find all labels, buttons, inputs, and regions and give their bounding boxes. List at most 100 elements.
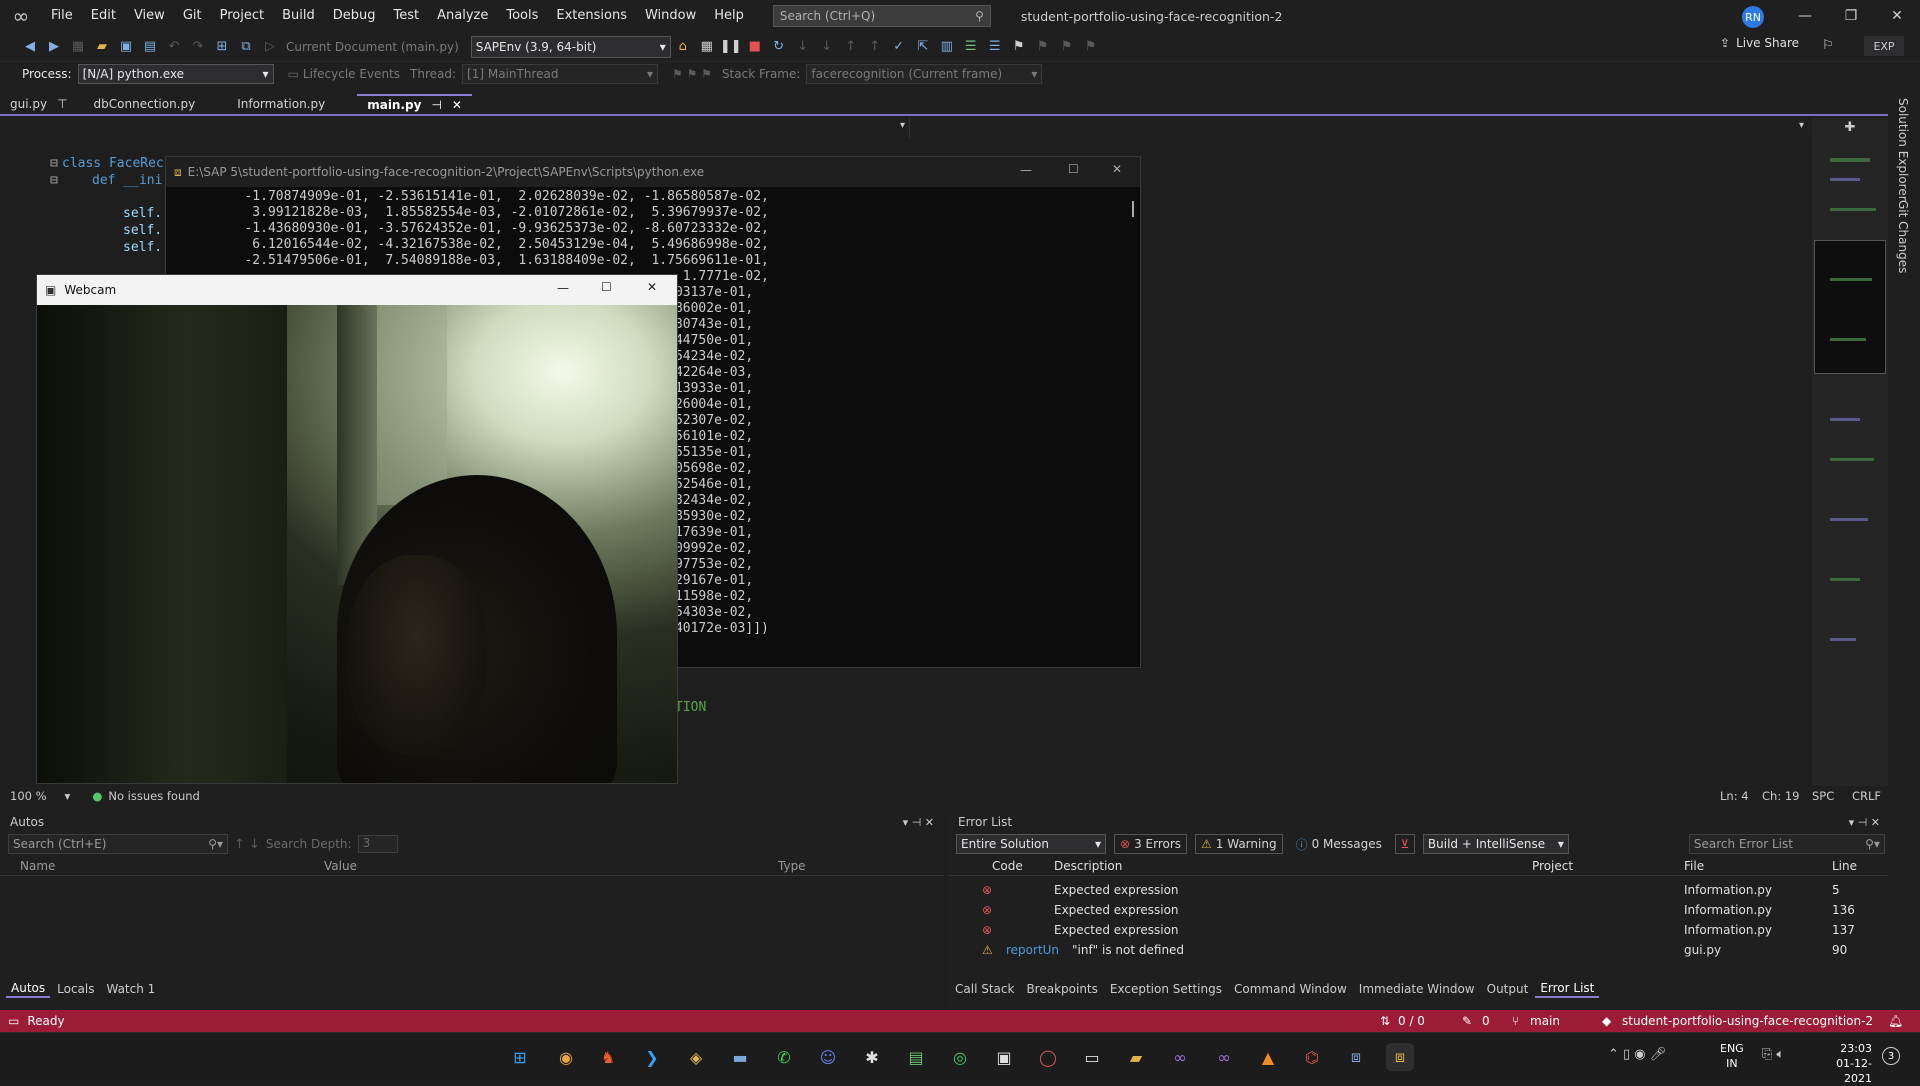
forward-icon[interactable]: ▶ [43,36,65,58]
avatar[interactable]: RN [1742,6,1764,28]
tab-error-list[interactable]: Error List [1535,980,1600,998]
console-scrollbar[interactable] [1132,201,1134,217]
stop-icon[interactable]: ■ [744,36,766,58]
tab-dbconnection-py[interactable]: dbConnection.py [84,94,206,114]
console-title-bar[interactable]: ⧈ E:\SAP 5\student-portfolio-using-face-… [166,157,1140,187]
maximize-icon[interactable]: ☐ [1068,162,1079,176]
visual-studio-logo-icon[interactable]: ∞ [0,0,42,32]
tab-exception-settings[interactable]: Exception Settings [1105,980,1227,998]
repo-name[interactable]: student-portfolio-using-face-recognition… [1622,1014,1873,1028]
python-icon[interactable]: ⧈ [1342,1043,1370,1071]
error-search-input[interactable]: Search Error List ⚲▾ [1688,834,1885,854]
network-volume-icon[interactable]: ⎘ 🔈︎ [1762,1047,1784,1062]
table-row[interactable]: ⊗ Expected expression Information.py 136 [948,900,1888,920]
table-row[interactable]: ⊗ Expected expression Information.py 5 [948,880,1888,900]
close-icon[interactable]: ✕ [1112,162,1122,176]
repo-icon[interactable]: ◆ [1602,1014,1611,1028]
save-all-icon[interactable]: ▤ [139,36,161,58]
window-icon[interactable]: ⧉ [235,36,257,58]
git-changes-tab[interactable]: Git Changes [1896,200,1910,273]
close-tab-icon[interactable]: ✕ [452,98,462,112]
menu-help[interactable]: Help [705,0,753,32]
process-select[interactable]: [N/A] python.exe ▾ [77,64,274,84]
python-active-icon[interactable]: ⧈ [1386,1043,1414,1071]
col-type[interactable]: Type [778,859,806,873]
messages-filter-button[interactable]: ⓘ 0 Messages [1291,834,1387,854]
close-icon[interactable]: ✕ [1874,0,1920,32]
notification-bell-icon[interactable]: 🔔︎ [1888,1014,1903,1028]
whatsapp-icon[interactable]: ✆ [770,1043,798,1071]
warning-code-link[interactable]: reportUn [1006,943,1059,957]
bookmark-clear-icon[interactable]: ⚑ [1080,36,1102,58]
notification-badge[interactable]: 3 [1882,1047,1900,1065]
tab-immediate-window[interactable]: Immediate Window [1354,980,1480,998]
minimap[interactable]: ✚ [1812,118,1888,786]
current-document[interactable]: Current Document (main.py) [286,40,459,54]
pin-icon[interactable]: ⊤ [57,97,67,111]
step-over-icon[interactable]: ↓ [792,36,814,58]
scope-select[interactable]: Entire Solution ▾ [956,834,1106,854]
notepad-icon[interactable]: ▤ [902,1043,930,1071]
branch-icon[interactable]: ⑂ [1512,1014,1519,1028]
line-ending[interactable]: CRLF [1852,789,1881,803]
zoom-level[interactable]: 100 % [10,789,47,803]
lifecycle-events[interactable]: Lifecycle Events [303,67,400,81]
discord-icon[interactable]: ☺ [814,1043,842,1071]
minimize-icon[interactable]: — [1020,163,1032,177]
vlc-icon[interactable]: ▲ [1254,1043,1282,1071]
build-select[interactable]: Build + IntelliSense ▾ [1422,834,1569,854]
terminal-icon[interactable]: ▭ [1078,1043,1106,1071]
redo-icon[interactable]: ↷ [187,36,209,58]
flag-icon[interactable]: ⚑ ⚑ ⚑ [672,67,712,81]
col-project[interactable]: Project [1532,859,1573,873]
menu-window[interactable]: Window [636,0,705,32]
autos-search-input[interactable]: Search (Ctrl+E) ⚲▾ [8,834,228,854]
restore-icon[interactable]: ❐ [1828,0,1874,32]
thread-select[interactable]: [1] MainThread ▾ [462,64,659,84]
pin-icon[interactable]: ⊣ [431,98,441,112]
issues-status[interactable]: No issues found [108,789,199,803]
visual-studio-2-icon[interactable]: ∞ [1210,1043,1238,1071]
back-icon[interactable]: ◀ [19,36,41,58]
stack-frame-select[interactable]: facerecognition (Current frame) ▾ [806,64,1043,84]
warnings-filter-button[interactable]: ⚠ 1 Warning [1195,834,1283,854]
environment-select[interactable]: SAPEnv (3.9, 64-bit) ▾ [470,35,671,58]
align-icon[interactable]: ▥ [936,36,958,58]
tray-icons[interactable]: ⌃ ▯ ◉ 🎤︎ [1608,1047,1666,1062]
errors-filter-button[interactable]: ⊗ 3 Errors [1114,834,1188,854]
step-into-icon[interactable]: ↓ [816,36,838,58]
exp-badge[interactable]: EXP [1864,36,1904,56]
diagnostics-icon[interactable]: ✓ [888,36,910,58]
maximize-icon[interactable]: ☐ [601,280,612,294]
line-number[interactable]: Ln: 4 [1720,789,1749,803]
panel-controls-icon[interactable]: ▾ ⊣ ✕ [903,816,934,829]
tab-autos[interactable]: Autos [6,980,51,998]
minimize-icon[interactable]: — [1782,0,1828,32]
search-box[interactable]: Search (Ctrl+Q) ⚲ [772,5,991,27]
pending-count[interactable]: 0 [1482,1014,1490,1028]
chrome-icon[interactable]: ◉ [552,1043,580,1071]
tab-information-py[interactable]: Information.py [227,94,335,114]
table-row[interactable]: ⊗ Expected expression Information.py 137 [948,920,1888,940]
filter-icon[interactable]: ⊻ [1394,834,1415,854]
save-icon[interactable]: ▣ [115,36,137,58]
tab-locals[interactable]: Locals [52,980,99,998]
sync-icon[interactable]: ⇅ [1380,1014,1390,1028]
bookmark-icon[interactable]: ⚑ [1008,36,1030,58]
col-name[interactable]: Name [20,859,55,873]
tab-watch-1[interactable]: Watch 1 [101,980,160,998]
col-code[interactable]: Code [992,859,1023,873]
member-dropdown[interactable]: ▾ [910,118,1810,138]
new-project-icon[interactable]: ▦ [67,36,89,58]
share-icon[interactable]: ⇪ [1720,36,1730,50]
split-icon[interactable]: ✚ [1814,120,1886,135]
col-line[interactable]: Line [1832,859,1857,873]
tab-main-py[interactable]: main.py ⊣ ✕ [357,94,472,114]
start-icon[interactable]: ⊞ [506,1043,534,1071]
live-share-button[interactable]: Live Share [1736,36,1799,50]
column-number[interactable]: Ch: 19 [1762,789,1799,803]
menu-extensions[interactable]: Extensions [547,0,636,32]
app-icon[interactable]: ▬ [726,1043,754,1071]
step-back-icon[interactable]: ↑ [864,36,886,58]
visual-studio-icon[interactable]: ∞ [1166,1043,1194,1071]
